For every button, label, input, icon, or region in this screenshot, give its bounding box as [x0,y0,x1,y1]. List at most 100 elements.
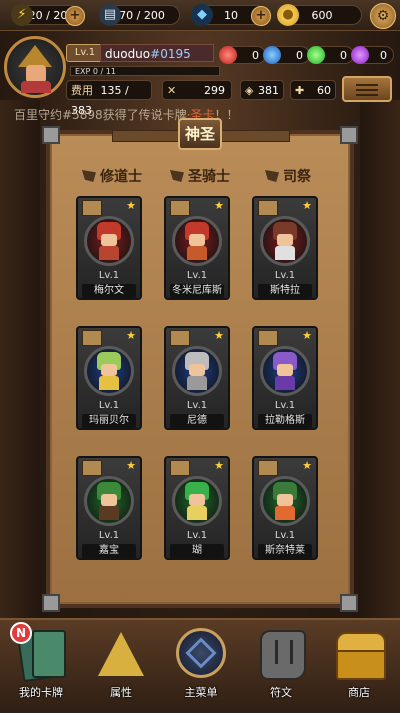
energy-counter: ▤ 70 / 200 [99,4,180,26]
hero-torso [187,506,207,520]
star-icon: ★ [214,329,224,342]
player-name: duoduo [105,47,151,61]
class-book-icon [258,460,278,476]
hero-level: Lv.1 [98,270,120,281]
cost-stat: 费用 135 / 383 [66,80,152,117]
player-name-bar: duoduo#0195 [100,44,214,62]
gem-red: 0 [219,46,266,64]
lightning-icon: ⚡ [11,4,33,26]
class-tab-paladin[interactable]: 圣骑士 [160,166,240,186]
star-icon: ★ [302,199,312,212]
announcement-ticker: 百里守约#5898获得了传说卡牌·圣卡！！ [14,106,314,122]
cost-label: 费用 [71,84,93,97]
hero-level: Lv.1 [274,400,296,411]
player-id: #0195 [150,47,191,61]
gem-green-value: 0 [340,49,347,62]
hero-name: 拉勒格斯 [258,414,312,428]
gem-blue-value: 0 [296,49,303,62]
hero-face [101,364,117,376]
treasure-chest-icon [334,626,386,682]
stamina-value: 20 / 20 [28,9,68,22]
nav-runes[interactable]: 符文 [246,622,316,706]
diamond-icon: ◆ [191,4,213,26]
star-icon: ★ [126,329,136,342]
nav-label: 主菜单 [184,686,218,699]
rune-stone-icon [256,626,306,682]
star-icon: ★ [214,459,224,472]
class-tab-priest[interactable]: 司祭 [248,166,328,186]
hero-torso [99,376,119,390]
diamond-counter: ◆ 10 + [191,4,271,26]
nav-label: 商店 [348,686,370,699]
gem-green: 0 [307,46,354,64]
panel-title: 神圣 [178,118,222,150]
attack-stat: ✕ 299 [162,80,232,100]
hero-card[interactable]: ★ Lv.1 梅尔文 [76,196,142,300]
star-icon: ★ [302,459,312,472]
hero-face [101,494,117,506]
add-stamina-button[interactable]: + [65,6,85,26]
hero-card[interactable]: ★ Lv.1 玛丽贝尔 [76,326,142,430]
hero-face [277,364,293,376]
class-book-icon [258,330,278,346]
hero-level: Lv.1 [274,270,296,281]
gold-value: 600 [311,9,333,22]
hero-face [189,494,205,506]
hero-name: 玛丽贝尔 [82,414,136,428]
panel-corner [42,594,60,612]
hero-torso [99,246,119,260]
class-book-icon [170,200,190,216]
defense-stat: ◈ 381 [240,80,284,100]
hero-card[interactable]: ★ Lv.1 冬米尼库斯 [164,196,230,300]
class-book-icon [170,330,190,346]
energy-value: 70 / 200 [119,9,165,22]
menu-line [356,89,378,91]
defense-value: 381 [258,84,279,97]
sword-icon: ✕ [167,84,177,97]
hero-torso [187,376,207,390]
hero-card[interactable]: ★ Lv.1 拉勒格斯 [252,326,318,430]
hero-torso [275,376,295,390]
avatar-hat [18,45,52,67]
nav-shop[interactable]: 商店 [324,622,394,706]
cross-icon: ✚ [295,84,305,97]
emblem-icon [176,626,226,682]
star-icon: ★ [214,199,224,212]
gem-red-value: 0 [252,49,259,62]
class-tab-monk[interactable]: 修道士 [72,166,152,186]
class-book-icon [258,200,278,216]
hero-card[interactable]: ★ Lv.1 斯特拉 [252,196,318,300]
nav-attributes[interactable]: 属性 [86,622,156,706]
hero-face [189,364,205,376]
hero-torso [187,246,207,260]
menu-line [356,84,378,86]
hero-name: 斯特拉 [258,284,312,298]
hero-name: 尼德 [170,414,224,428]
menu-button[interactable] [342,76,392,102]
stamina-counter: ⚡ 20 / 20 + [11,4,85,26]
pyramid-icon [96,626,146,682]
nav-main-menu[interactable]: 主菜单 [166,622,236,706]
gem-purple-value: 0 [380,49,387,62]
panel-corner [42,126,60,144]
diamond-value: 10 [224,9,238,22]
hero-torso [275,246,295,260]
hero-card[interactable]: ★ Lv.1 嘉宝 [76,456,142,560]
blue-gem-icon [263,46,281,64]
hero-name: 嘉宝 [82,544,136,558]
green-gem-icon [307,46,325,64]
star-icon: ★ [126,459,136,472]
class-label: 司祭 [283,169,311,185]
star-icon: ★ [126,199,136,212]
gear-icon[interactable]: ⚙ [370,3,396,29]
add-diamond-button[interactable]: + [251,6,271,26]
avatar[interactable] [4,36,66,98]
class-book-icon [82,330,102,346]
attack-value: 299 [204,84,225,97]
hero-card[interactable]: ★ Lv.1 斯奈特莱 [252,456,318,560]
purple-gem-icon [351,46,369,64]
gem-purple: 0 [351,46,394,64]
exp-bar: EXP 0 / 11 [70,66,220,76]
hero-card[interactable]: ★ Lv.1 尼德 [164,326,230,430]
hero-card[interactable]: ★ Lv.1 瑚 [164,456,230,560]
